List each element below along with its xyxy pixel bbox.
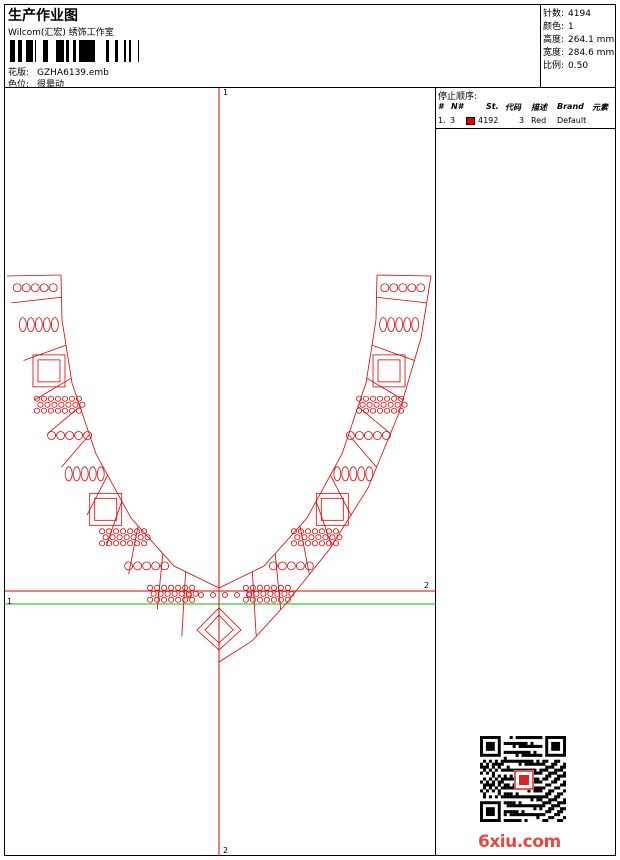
stop-sequence-row[interactable]: 1. 3 4192 3 Red Default bbox=[436, 115, 616, 128]
col-description: 描述 bbox=[531, 103, 547, 112]
stop-sequence-header: # N# St. 代码 描述 Brand 元素 bbox=[436, 101, 616, 114]
table-divider bbox=[436, 128, 616, 129]
spec-value: 1 bbox=[568, 22, 574, 32]
barcode-image bbox=[10, 40, 139, 62]
qr-code-image bbox=[480, 736, 566, 822]
spec-panel: 针数: 4194 颜色: 1 高度: 264.1 mm 宽度: 284.6 mm 比例:… bbox=[540, 4, 616, 88]
page-title: 生产作业图 bbox=[8, 8, 78, 24]
spec-label: 宽度: bbox=[543, 48, 565, 58]
row-index: 1. bbox=[438, 116, 446, 125]
spec-stitches: 针数: 4194 bbox=[543, 6, 591, 19]
row-needle: 3 bbox=[450, 116, 456, 125]
spec-value: 284.6 mm bbox=[568, 48, 615, 58]
col-stitches: St. bbox=[486, 102, 499, 111]
spec-width: 宽度: 284.6 mm bbox=[543, 45, 614, 58]
row-description: Red bbox=[531, 116, 547, 125]
axis-label-left: 1 bbox=[7, 597, 13, 606]
watermark-logo: 6xiu.com bbox=[478, 832, 561, 852]
stop-sequence-panel: 停止顺序: # N# St. 代码 描述 Brand 元素 1. 3 4192 … bbox=[436, 88, 616, 856]
spec-label: 颜色: bbox=[543, 22, 565, 32]
header-info: 生产作业图 Wilcom(汇宏) 绣饰工作室 花版: GZHA6139.emb 色… bbox=[4, 4, 541, 90]
design-canvas[interactable]: 1 2 1 2 bbox=[4, 88, 436, 856]
spec-scale: 比例: 0.50 bbox=[543, 58, 588, 71]
col-brand: Brand bbox=[557, 102, 584, 111]
col-needle: N# bbox=[451, 102, 464, 111]
row-code: 3 bbox=[519, 116, 525, 125]
row-brand: Default bbox=[557, 116, 587, 125]
spec-label: 高度: bbox=[543, 35, 565, 45]
page-subtitle: Wilcom(汇宏) 绣饰工作室 bbox=[8, 28, 114, 38]
spec-value: 4194 bbox=[568, 9, 591, 19]
axis-label-bottom: 2 bbox=[223, 846, 229, 855]
col-index: # bbox=[438, 102, 444, 111]
spec-colors: 颜色: 1 bbox=[543, 19, 574, 32]
spec-label: 针数: bbox=[543, 9, 565, 19]
color-swatch bbox=[466, 117, 475, 125]
col-element: 元素 bbox=[592, 103, 608, 112]
spec-value: 264.1 mm bbox=[568, 35, 615, 45]
axis-label-right: 2 bbox=[424, 581, 430, 590]
spec-label: 比例: bbox=[543, 61, 565, 71]
spec-height: 高度: 264.1 mm bbox=[543, 32, 614, 45]
axis-label-top: 1 bbox=[223, 88, 229, 97]
row-stitches: 4192 bbox=[478, 116, 499, 125]
col-code: 代码 bbox=[505, 103, 521, 112]
spec-value: 0.50 bbox=[568, 61, 589, 71]
embroidery-design bbox=[4, 88, 436, 856]
